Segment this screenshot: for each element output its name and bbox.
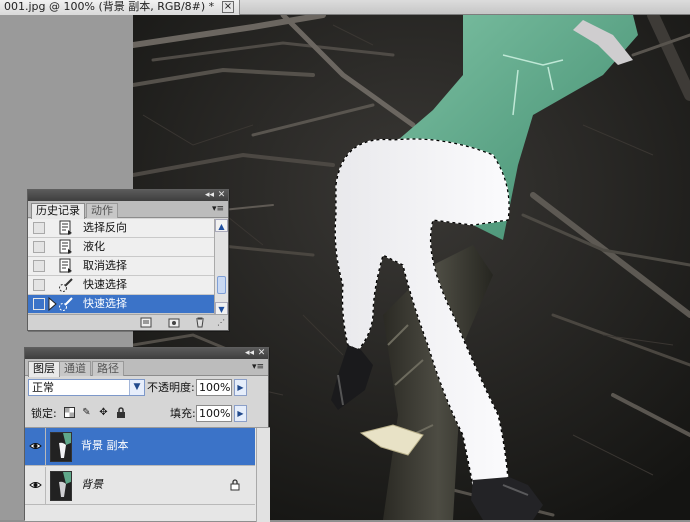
- document-tab-bar: 001.jpg @ 100% (背景 副本, RGB/8#) * ×: [0, 0, 690, 15]
- collapse-panel-icon[interactable]: ◂◂: [204, 190, 215, 201]
- history-item[interactable]: 液化: [28, 238, 214, 257]
- close-panel-icon[interactable]: ✕: [216, 190, 227, 201]
- tab-layers[interactable]: 图层: [28, 361, 60, 377]
- layer-row-background[interactable]: 背景: [25, 467, 255, 505]
- quick-selection-icon: [58, 296, 74, 312]
- lock-fill-row: 锁定: ✎ ✥ 填充: 100% ▶: [25, 403, 270, 425]
- quick-selection-icon: [58, 277, 74, 293]
- scroll-up-arrow-icon[interactable]: ▲: [215, 219, 228, 232]
- history-item-selected[interactable]: 快速选择: [28, 295, 214, 314]
- document-tab[interactable]: 001.jpg @ 100% (背景 副本, RGB/8#) *: [0, 0, 240, 15]
- history-item-label: 液化: [83, 240, 105, 253]
- history-list: 选择反向 液化 取消选择 快速选择 快速选择: [28, 219, 214, 315]
- history-item-label: 选择反向: [83, 221, 127, 234]
- layers-panel-tabs: 图层 通道 路径 ▾≡: [25, 359, 268, 377]
- history-state-icon: [58, 258, 74, 274]
- fill-slider-arrow-icon[interactable]: ▶: [234, 405, 247, 422]
- document-tab-title: 001.jpg @ 100% (背景 副本, RGB/8#) *: [4, 0, 215, 13]
- visibility-eye-icon[interactable]: [25, 467, 46, 504]
- opacity-input[interactable]: 100%: [196, 379, 232, 396]
- delete-state-icon[interactable]: [194, 317, 206, 328]
- resize-grip-icon[interactable]: ⋰: [216, 317, 226, 328]
- tab-history-label: 历史记录: [36, 204, 80, 217]
- chevron-down-icon[interactable]: ▼: [129, 380, 144, 395]
- history-panel-footer: ⋰: [28, 314, 228, 330]
- layer-name[interactable]: 背景 副本: [81, 439, 129, 453]
- lock-all-icon[interactable]: [115, 407, 126, 419]
- tab-actions-label: 动作: [91, 204, 113, 217]
- layer-thumbnail: [50, 471, 72, 501]
- snapshot-source-checkbox[interactable]: [33, 260, 45, 272]
- tab-channels-label: 通道: [64, 362, 86, 375]
- opacity-label: 不透明度:: [147, 381, 195, 394]
- layers-panel-titlebar[interactable]: ◂◂ ✕: [25, 348, 268, 359]
- lock-position-icon[interactable]: ✥: [98, 407, 109, 419]
- history-state-icon: [58, 220, 74, 236]
- snapshot-source-checkbox[interactable]: [33, 241, 45, 253]
- blend-opacity-row: 正常 ▼ 不透明度: 100% ▶: [25, 377, 270, 399]
- layer-locked-icon: [230, 479, 240, 491]
- tab-paths-label: 路径: [97, 362, 119, 375]
- opacity-slider-arrow-icon[interactable]: ▶: [234, 379, 247, 396]
- layer-name[interactable]: 背景: [81, 478, 103, 492]
- history-scrollbar[interactable]: ▲ ▼: [214, 219, 228, 315]
- layers-scrollbar[interactable]: [256, 428, 270, 522]
- history-item[interactable]: 取消选择: [28, 257, 214, 276]
- tab-channels[interactable]: 通道: [59, 361, 91, 376]
- history-item-label: 快速选择: [83, 278, 127, 291]
- history-panel: ◂◂ ✕ 历史记录 动作 ▾≡ 选择反向 液化 取消选择 快速选择 快速选择 ▲…: [27, 189, 229, 331]
- history-panel-tabs: 历史记录 动作 ▾≡: [28, 201, 228, 219]
- close-panel-icon[interactable]: ✕: [256, 348, 267, 359]
- blend-mode-select[interactable]: 正常 ▼: [28, 379, 145, 396]
- create-snapshot-icon[interactable]: [168, 317, 180, 328]
- history-item[interactable]: 快速选择: [28, 276, 214, 295]
- close-document-icon[interactable]: ×: [222, 1, 234, 13]
- layer-list: 背景 副本 背景: [25, 427, 270, 522]
- visibility-eye-icon[interactable]: [25, 428, 46, 465]
- history-item-label: 取消选择: [83, 259, 127, 272]
- lock-image-pixels-icon[interactable]: ✎: [81, 407, 92, 419]
- fill-label: 填充:: [170, 407, 196, 420]
- history-item-label: 快速选择: [83, 297, 127, 310]
- snapshot-source-checkbox[interactable]: [33, 222, 45, 234]
- scroll-thumb[interactable]: [217, 276, 226, 294]
- history-state-icon: [58, 239, 74, 255]
- tab-history[interactable]: 历史记录: [31, 203, 85, 219]
- panel-menu-icon[interactable]: ▾≡: [251, 362, 265, 372]
- history-state-marker-icon[interactable]: [48, 296, 58, 312]
- fill-input[interactable]: 100%: [196, 405, 232, 422]
- snapshot-source-checkbox[interactable]: [33, 298, 45, 310]
- blend-mode-value: 正常: [32, 381, 54, 394]
- layer-row-background-copy[interactable]: 背景 副本: [25, 428, 255, 466]
- tab-layers-label: 图层: [33, 362, 55, 375]
- lock-label: 锁定:: [31, 407, 57, 420]
- tab-actions[interactable]: 动作: [86, 203, 118, 218]
- layers-panel: ◂◂ ✕ 图层 通道 路径 ▾≡ 正常 ▼ 不透明度: 100% ▶ 锁定: ✎…: [24, 347, 270, 522]
- layer-thumbnail: [50, 432, 72, 462]
- panel-menu-icon[interactable]: ▾≡: [211, 204, 225, 214]
- snapshot-source-checkbox[interactable]: [33, 279, 45, 291]
- history-panel-titlebar[interactable]: ◂◂ ✕: [28, 190, 228, 201]
- new-document-from-state-icon[interactable]: [140, 317, 152, 328]
- collapse-panel-icon[interactable]: ◂◂: [244, 348, 255, 359]
- tab-paths[interactable]: 路径: [92, 361, 124, 376]
- lock-transparent-pixels-icon[interactable]: [64, 407, 75, 419]
- history-item[interactable]: 选择反向: [28, 219, 214, 238]
